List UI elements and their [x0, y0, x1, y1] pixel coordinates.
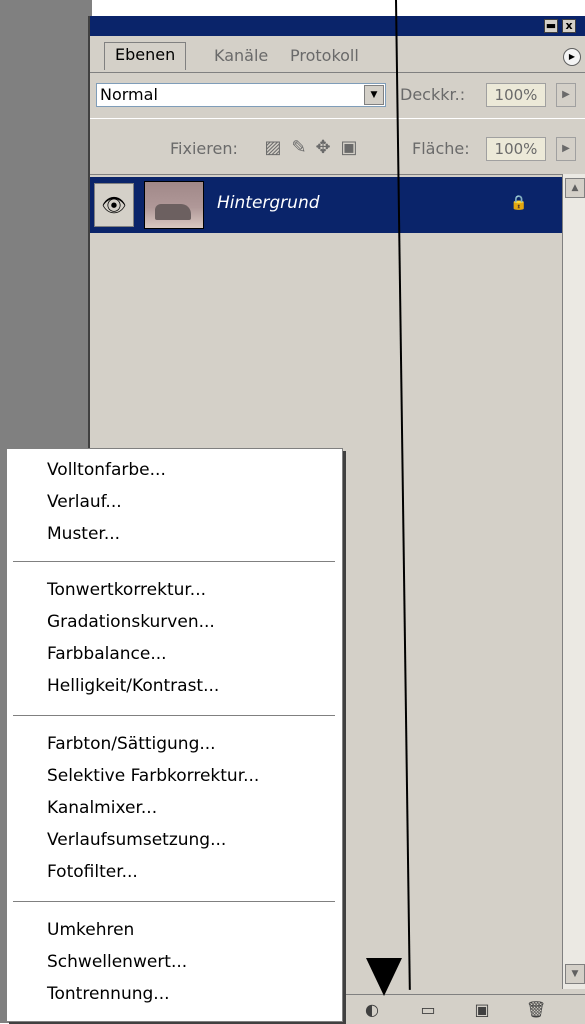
layer-row-hintergrund[interactable]: 👁 Hintergrund 🔒	[90, 177, 562, 233]
lock-fill-row: Fixieren: ▨ ✎ ✥ ▣ Fläche: 100% ▶	[90, 118, 585, 175]
opacity-field[interactable]: 100%	[486, 83, 546, 107]
lock-image-brush-icon[interactable]: ✎	[288, 137, 310, 159]
layer-name[interactable]: Hintergrund	[217, 193, 320, 213]
blend-mode-select[interactable]: Normal ▼	[96, 83, 386, 107]
menu-item-farbbalance[interactable]: Farbbalance...	[47, 643, 167, 665]
blend-opacity-row: Normal ▼ Deckkr.: 100% ▶	[90, 72, 585, 117]
opacity-slider-arrow-icon[interactable]: ▶	[556, 83, 576, 107]
palette-titlebar: ▬ x	[90, 16, 585, 36]
adjustment-layer-menu: Volltonfarbe... Verlauf... Muster... Ton…	[6, 448, 343, 1022]
eye-icon[interactable]: 👁	[94, 183, 134, 227]
close-button[interactable]: x	[562, 19, 576, 33]
lock-transparency-icon[interactable]: ▨	[262, 137, 284, 159]
lock-position-move-icon[interactable]: ✥	[312, 137, 334, 159]
menu-item-verlauf[interactable]: Verlauf...	[47, 491, 122, 513]
palette-menu-icon[interactable]: ▶	[563, 48, 581, 66]
fill-field[interactable]: 100%	[486, 137, 546, 161]
menu-item-farbton-saettigung[interactable]: Farbton/Sättigung...	[47, 733, 216, 755]
menu-item-fotofilter[interactable]: Fotofilter...	[47, 861, 138, 883]
tab-kanaele[interactable]: Kanäle	[214, 44, 268, 68]
lock-icon: 🔒	[510, 195, 528, 211]
scroll-up-icon[interactable]: ▲	[565, 178, 585, 198]
scroll-down-icon[interactable]: ▼	[565, 964, 585, 984]
layers-scrollbar[interactable]: ▲ ▼	[562, 174, 585, 989]
opacity-label: Deckkr.:	[400, 85, 466, 104]
palette-tabs: Ebenen Kanäle Protokoll ▶	[90, 36, 585, 70]
menu-item-selektive-farbkorrektur[interactable]: Selektive Farbkorrektur...	[47, 765, 259, 787]
menu-item-kanalmixer[interactable]: Kanalmixer...	[47, 797, 157, 819]
minimize-button[interactable]: ▬	[544, 19, 558, 33]
menu-item-volltonfarbe[interactable]: Volltonfarbe...	[47, 459, 166, 481]
menu-item-muster[interactable]: Muster...	[47, 523, 120, 545]
menu-item-gradationskurven[interactable]: Gradationskurven...	[47, 611, 215, 633]
new-layer-icon[interactable]: ▣	[472, 1001, 492, 1019]
fill-slider-arrow-icon[interactable]: ▶	[556, 137, 576, 161]
menu-separator	[13, 561, 335, 563]
menu-item-tontrennung[interactable]: Tontrennung...	[47, 983, 170, 1005]
menu-item-tonwertkorrektur[interactable]: Tonwertkorrektur...	[47, 579, 206, 601]
lock-all-icon[interactable]: ▣	[338, 137, 360, 159]
trash-icon[interactable]: 🗑	[526, 1001, 546, 1019]
lock-label: Fixieren:	[170, 139, 238, 158]
adjustment-layer-icon[interactable]: ◐	[362, 1001, 382, 1019]
layer-thumbnail	[144, 181, 204, 229]
menu-item-umkehren[interactable]: Umkehren	[47, 919, 134, 941]
menu-item-verlaufsumsetzung[interactable]: Verlaufsumsetzung...	[47, 829, 226, 851]
tab-protokoll[interactable]: Protokoll	[290, 44, 359, 68]
menu-separator	[13, 715, 335, 717]
annotation-arrow-head	[366, 958, 402, 996]
tab-ebenen[interactable]: Ebenen	[104, 42, 187, 70]
folder-icon[interactable]: ▭	[418, 1001, 438, 1019]
fill-label: Fläche:	[412, 139, 470, 158]
blend-mode-value: Normal	[100, 85, 158, 104]
menu-item-helligkeit-kontrast[interactable]: Helligkeit/Kontrast...	[47, 675, 219, 697]
menu-separator	[13, 901, 335, 903]
menu-item-schwellenwert[interactable]: Schwellenwert...	[47, 951, 187, 973]
chevron-down-icon[interactable]: ▼	[364, 85, 384, 105]
